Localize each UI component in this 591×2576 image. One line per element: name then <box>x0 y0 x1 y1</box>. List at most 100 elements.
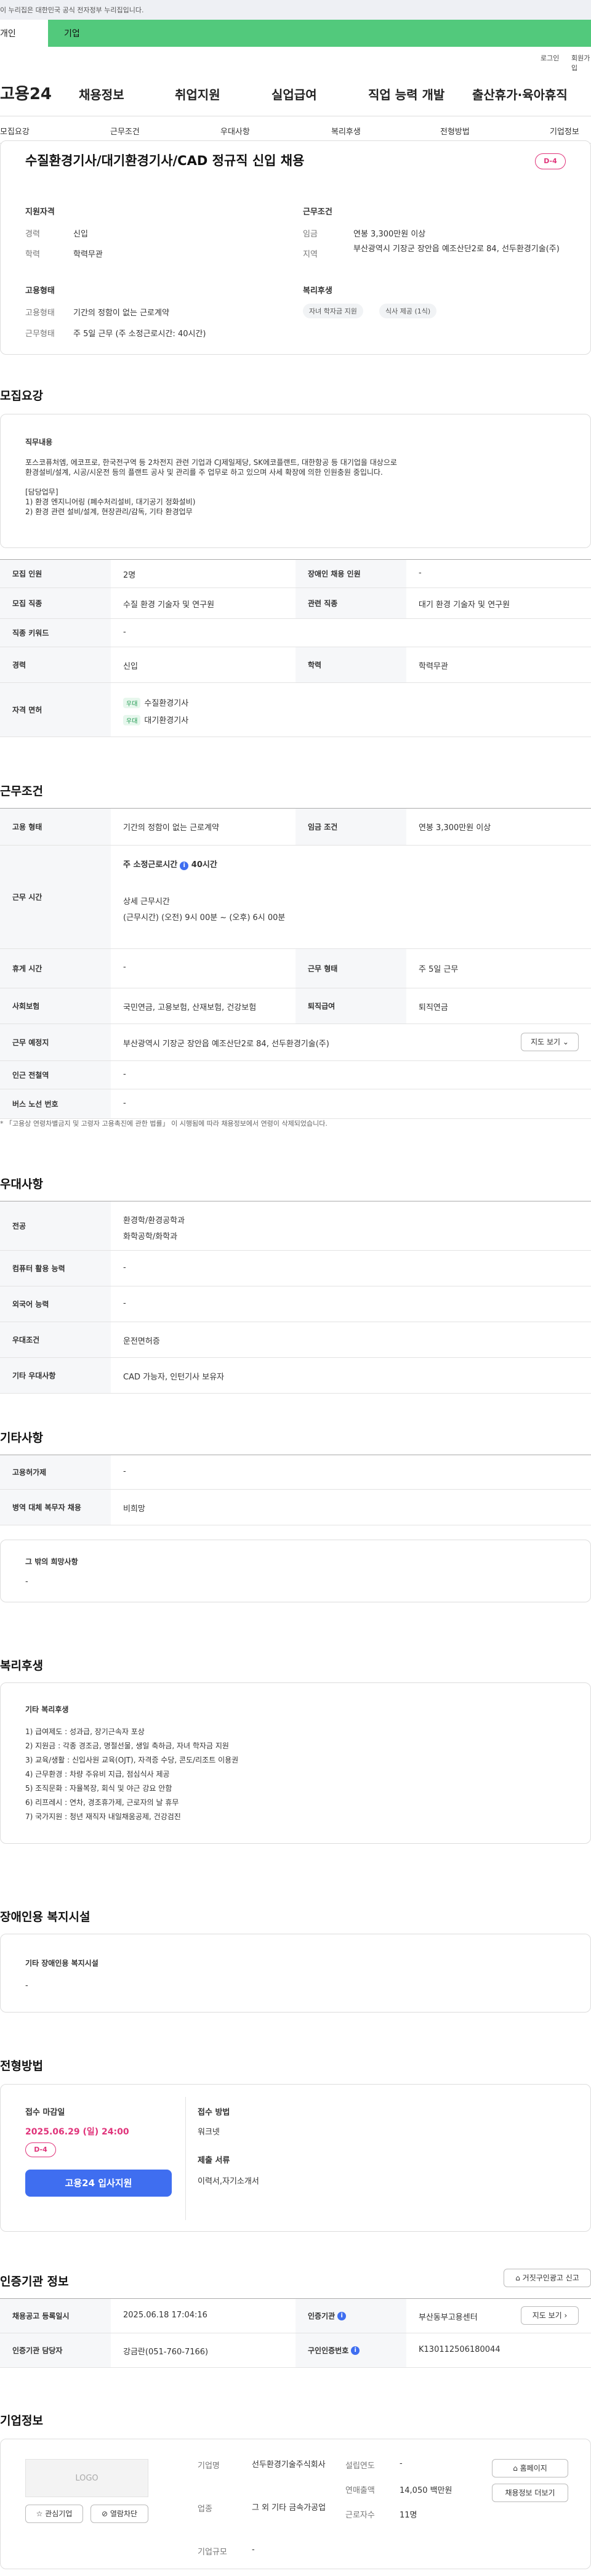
gnb-leave[interactable]: 출산휴가·육아휴직 <box>472 85 568 103</box>
subnav-screen[interactable]: 전형방법 <box>440 125 470 137</box>
work-heading: 근무조건 <box>0 785 43 798</box>
emptype-value: 기간의 정함이 없는 근로계약 <box>73 309 169 318</box>
emp-heading: 고용형태 <box>25 286 55 296</box>
other-etc-box: 그 밖의 희망사항 - <box>0 1540 591 1602</box>
table-row: 인증기관 담당자 강금란(051-760-7166) 구인인증번호 i K1301… <box>0 2333 591 2368</box>
info-icon[interactable]: i <box>180 862 189 870</box>
signup-link[interactable]: 회원가입 <box>571 53 591 73</box>
table-row: 버스 노선 번호 - <box>0 1089 591 1119</box>
subnav-company[interactable]: 기업정보 <box>550 125 579 137</box>
deadline-date: 2025.06.29 (일) 24:00 <box>25 2127 129 2137</box>
subnav-welfare[interactable]: 복리후생 <box>331 125 361 137</box>
worktype-label: 근무형태 <box>25 329 55 339</box>
agency-map-button[interactable]: 지도 보기 › <box>521 2306 579 2325</box>
info-icon[interactable]: i <box>337 2311 347 2320</box>
list-item: 4) 근무환경 : 차량 주유비 지급, 점심식사 제공 <box>25 1770 170 1779</box>
list-item: 5) 조직문화 : 자율복장, 회식 및 야근 강요 안함 <box>25 1784 172 1793</box>
gnb-jobs[interactable]: 채용정보 <box>79 85 124 103</box>
disabled-fac-box: 기타 장애인용 복지시설 - <box>0 1934 591 2013</box>
top-tab-bar: 개인 기업 <box>0 20 591 47</box>
subnav-work[interactable]: 근무조건 <box>110 125 140 137</box>
gnb-support[interactable]: 취업지원 <box>175 85 220 103</box>
job-summary-card: 수질환경기사/대기환경기사/CAD 정규직 신입 채용 D-4 지원자격 경력 … <box>0 140 591 355</box>
list-item: 6) 리프레시 : 연차, 경조휴가제, 근로자의 날 휴무 <box>25 1798 179 1807</box>
dday-badge: D-4 <box>25 2142 56 2157</box>
org-label: 인증기관 i <box>296 2299 406 2333</box>
recruit-heading: 모집요강 <box>0 389 43 403</box>
career-label: 경력 <box>25 230 40 239</box>
favorite-button[interactable]: ☆ 관심기업 <box>25 2505 83 2523</box>
job-title: 수질환경기사/대기환경기사/CAD 정규직 신입 채용 <box>25 153 305 168</box>
edu-label: 학력 <box>25 250 40 259</box>
region-value: 부산광역시 기장군 장안읍 예조산단2로 84, 선두환경기술(주) <box>353 244 560 254</box>
welfare-heading: 복리후생 <box>0 1659 43 1673</box>
table-row: 근무 예정지 부산광역시 기장군 장안읍 예조산단2로 84, 선두환경기술(주… <box>0 1024 591 1061</box>
welfare-list: 1) 급여제도 : 성과급, 장기근속자 포상 2) 지원금 : 각종 경조금,… <box>25 1725 238 1824</box>
login-link[interactable]: 로그인 <box>541 53 559 63</box>
star-icon: ☆ <box>36 2509 43 2518</box>
pref-table: 전공 환경학/환경공학과 화학공학/화학과 컴퓨터 활용 능력 - 외국어 능력… <box>0 1201 591 1394</box>
agency-heading: 인증기관 정보 <box>0 2275 69 2288</box>
list-item: 2) 지원금 : 각종 경조금, 명절선물, 생일 축하금, 자녀 학자금 지원 <box>25 1742 229 1750</box>
subnav-pref[interactable]: 우대사항 <box>220 125 250 137</box>
weekly-hours: 주 소정근로시간 i 40시간 <box>123 860 217 870</box>
career-value: 신입 <box>73 230 88 239</box>
screen-heading: 전형방법 <box>0 2059 43 2073</box>
duty-box: 직무내용 포스코퓨처엠, 에코프로, 한국전구역 등 2차전지 관련 기업과 C… <box>0 414 591 548</box>
divider <box>185 2097 186 2220</box>
report-button[interactable]: ⌂ 거짓구인광고 신고 <box>504 2269 591 2287</box>
age-notice: * 「고용상 연령차별금지 및 고령자 고용촉진에 관한 법률」 이 시행됨에 … <box>0 1120 328 1128</box>
map-button[interactable]: 지도 보기 ⌄ <box>521 1033 579 1051</box>
welfare-heading: 복리후생 <box>303 286 332 296</box>
table-row: 직종 키워드 - <box>0 619 591 647</box>
table-row: 사회보험 국민연금, 고용보험, 산재보험, 건강보험 퇴직급여 퇴직연금 <box>0 988 591 1024</box>
welfare-chip: 식사 제공 (1식) <box>379 304 437 318</box>
cond-heading: 근무조건 <box>303 208 332 217</box>
homepage-button[interactable]: ⌂ 홈페이지 <box>492 2459 568 2477</box>
table-row: 경력 신입 학력 학력무관 <box>0 647 591 683</box>
block-button[interactable]: ⊘ 열람차단 <box>90 2505 148 2523</box>
table-row: 근무 시간 주 소정근로시간 i 40시간 상세 근무시간 (근무시간) (오전)… <box>0 846 591 949</box>
duty-text: 포스코퓨처엠, 에코프로, 한국전구역 등 2차전지 관련 기업과 CJ제일제당… <box>25 458 397 516</box>
company-box: LOGO ☆ 관심기업 ⊘ 열람차단 기업명 선두환경기술주식회사 업종 그 외… <box>0 2439 591 2569</box>
welfare-chip: 자녀 학자금 지원 <box>303 304 363 318</box>
qual-heading: 지원자격 <box>25 208 55 217</box>
list-item: 1) 급여제도 : 성과급, 장기근속자 포상 <box>25 1727 145 1736</box>
list-item: 7) 국가지원 : 청년 재직자 내일채움공제, 건강검진 <box>25 1812 181 1821</box>
chevron-down-icon: ⌄ <box>562 1038 569 1046</box>
subnav-recruit[interactable]: 모집요강 <box>0 125 30 137</box>
wage-value: 연봉 3,300만원 이상 <box>353 230 426 239</box>
num-label: 구인인증번호 i <box>296 2333 406 2367</box>
other-table: 고용허가제 - 병역 대체 복무자 채용 비희망 <box>0 1455 591 1528</box>
table-row: 기타 우대사항 CAD 가능자, 인턴기사 보유자 <box>0 1358 591 1394</box>
more-jobs-button[interactable]: 채용정보 더보기 <box>492 2484 568 2502</box>
agency-table: 채용공고 등록일시 2025.06.18 17:04:16 인증기관 i 부산동부… <box>0 2298 591 2368</box>
gnb-benefit[interactable]: 실업급여 <box>271 85 317 103</box>
work-table: 고용 형태 기간의 정함이 없는 근로계약 임금 조건 연봉 3,300만원 이… <box>0 808 591 1119</box>
emptype-label: 고용형태 <box>25 309 55 318</box>
pref-tag: 우대 <box>123 715 141 725</box>
table-row: 컴퓨터 활용 능력 - <box>0 1251 591 1286</box>
apply-button[interactable]: 고용24 입사지원 <box>25 2170 172 2197</box>
dday-badge: D-4 <box>535 153 566 169</box>
home-icon: ⌂ <box>513 2464 518 2473</box>
info-icon[interactable]: i <box>351 2346 360 2355</box>
company-name: 선두환경기술주식회사 <box>252 2460 326 2469</box>
screen-box: 접수 마감일 2025.06.29 (일) 24:00 D-4 고용24 입사지… <box>0 2084 591 2232</box>
recruit-table: 모집 인원 2명 장애인 채용 인원 - 모집 직종 수질 환경 기술자 및 연… <box>0 559 591 744</box>
edu-value: 학력무관 <box>73 250 103 259</box>
table-row: 인근 전철역 - <box>0 1061 591 1089</box>
worktype-value: 주 5일 근무 (주 소정근로시간: 40시간) <box>73 329 206 339</box>
gov-banner-text: 이 누리집은 대한민국 공식 전자정부 누리집입니다. <box>0 6 144 14</box>
table-row: 채용공고 등록일시 2025.06.18 17:04:16 인증기관 i 부산동부… <box>0 2299 591 2333</box>
wage-label: 임금 <box>303 230 318 239</box>
tab-business[interactable]: 기업 <box>64 27 80 39</box>
gnb-training[interactable]: 직업 능력 개발 <box>368 85 444 103</box>
site-logo[interactable]: 고용24 <box>0 81 52 104</box>
table-row: 고용 형태 기간의 정함이 없는 근로계약 임금 조건 연봉 3,300만원 이… <box>0 809 591 846</box>
tab-personal[interactable]: 개인 <box>0 20 48 47</box>
other-heading: 기타사항 <box>0 1431 43 1445</box>
block-icon: ⊘ <box>101 2509 108 2518</box>
disabled-fac-heading: 장애인용 복지시설 <box>0 1910 90 1924</box>
table-row: 고용허가제 - <box>0 1455 591 1490</box>
